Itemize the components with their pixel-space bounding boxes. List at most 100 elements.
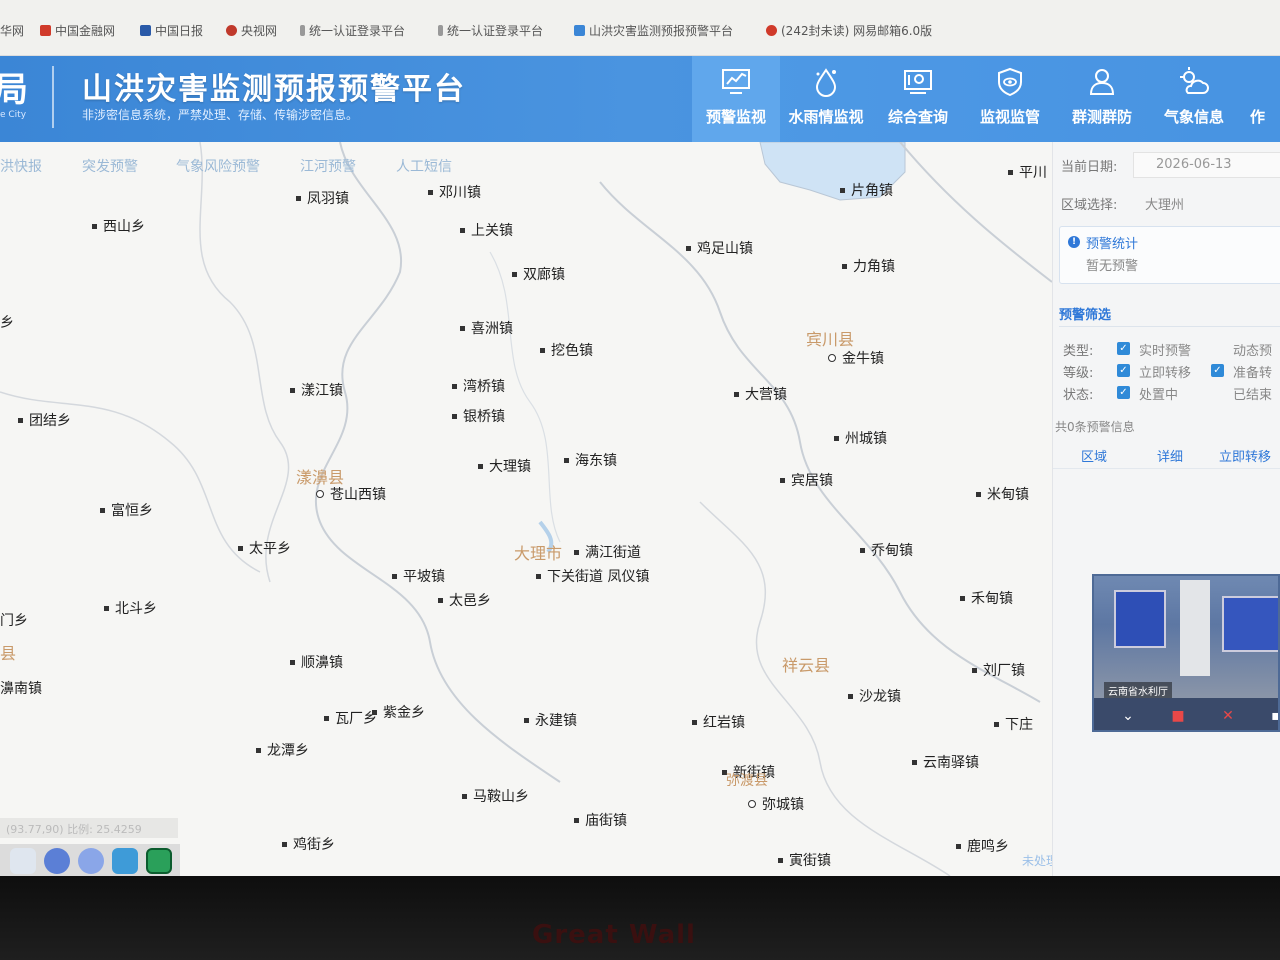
place-marker [536,573,541,579]
map-place[interactable]: 富恒乡 [100,500,153,520]
map-place[interactable]: 庙街镇 [574,810,627,830]
edge-browser-icon[interactable] [146,848,172,874]
app-icon[interactable] [44,848,70,874]
map-place[interactable]: 寅街镇 [778,850,831,870]
mic-off-icon[interactable]: ✕ [1218,706,1238,726]
nav-more[interactable]: 作 [1242,56,1280,142]
date-picker[interactable]: 2026-06-13 [1133,152,1280,178]
map-place[interactable]: 顺濞镇 [290,652,343,672]
map-place[interactable]: 西山乡 [92,216,145,236]
video-call-window[interactable]: 云南省水利厅 ⌄ ■ ✕ ▪ [1092,574,1280,732]
map-place[interactable]: 金牛镇 [828,348,884,368]
map-place[interactable]: 弥城镇 [748,794,804,814]
checkbox-prepare[interactable]: ✓ [1211,364,1224,377]
map-place[interactable]: 邓川镇 [428,182,481,202]
region-select[interactable]: 大理州 [1145,194,1184,213]
column-transfer[interactable]: 立即转移 [1219,446,1271,465]
place-marker [848,693,853,699]
place-marker [692,719,697,725]
subtab-river-warning[interactable]: 江河预警 [300,156,356,176]
map-place[interactable]: 鸡街乡 [282,834,335,854]
map-place[interactable]: 宾居镇 [780,470,833,490]
map-place[interactable]: 平川 [1008,162,1047,182]
place-label: 大营镇 [745,387,787,403]
bookmark-item[interactable]: 央视网 [226,21,277,39]
site-icon [766,24,777,36]
map-place[interactable]: 龙潭乡 [256,740,309,760]
subtab-manual-sms[interactable]: 人工短信 [396,156,452,176]
map-place[interactable]: 刘厂镇 [972,660,1025,680]
nav-water-rain[interactable]: 水雨情监视 [782,56,870,142]
map-place[interactable]: 沙龙镇 [848,686,901,706]
map-place[interactable]: 挖色镇 [540,340,593,360]
nav-group-defense[interactable]: 群测群防 [1058,56,1146,142]
map-place[interactable]: 湾桥镇 [452,376,505,396]
map-place[interactable]: 瓦厂乡 [324,708,377,728]
map-place[interactable]: 团结乡 [18,410,71,430]
map-place[interactable]: 马鞍山乡 [462,786,529,806]
header-divider [52,66,54,128]
nav-supervision[interactable]: 监视监管 [966,56,1054,142]
option-label[interactable]: 已结束 [1233,384,1272,403]
shield-eye-icon [998,67,1022,97]
checkbox-realtime[interactable]: ✓ [1117,342,1130,355]
map-place[interactable]: 银桥镇 [452,406,505,426]
checkbox-handling[interactable]: ✓ [1117,386,1130,399]
bookmark-item[interactable]: 统一认证登录平台 [438,21,543,39]
map-place[interactable]: 鹿鸣乡 [956,836,1009,856]
more-icon[interactable]: ▪ [1266,706,1278,726]
map-place[interactable]: 永建镇 [524,710,577,730]
map-place[interactable]: 大理镇 [478,456,531,476]
place-label: 西山乡 [103,219,145,235]
map-place[interactable]: 太邑乡 [438,590,491,610]
bookmark-item[interactable]: 中国金融网 [40,21,115,39]
nav-weather[interactable]: 气象信息 [1150,56,1238,142]
map-place[interactable]: 满江街道 [574,542,641,562]
map-place[interactable]: 乔甸镇 [860,540,913,560]
place-label: 顺濞镇 [301,655,343,671]
map-view[interactable]: 洪快报 突发预警 气象风险预警 江河预警 人工短信 凤羽镇 邓川镇 西山乡 上关… [0,142,1052,876]
nav-warning-monitor[interactable]: 预警监视 [692,56,780,142]
bookmark-item[interactable]: 山洪灾害监测预报预警平台 [574,21,733,39]
map-place[interactable]: 鸡足山镇 [686,238,753,258]
option-label: 准备转 [1233,366,1273,381]
app-icon[interactable] [10,848,36,874]
map-place[interactable]: 双廊镇 [512,264,565,284]
map-place[interactable]: 片角镇 [840,180,893,200]
app-icon[interactable] [78,848,104,874]
bookmark-item[interactable]: 中国日报 [140,21,203,39]
map-place[interactable]: 州城镇 [834,428,887,448]
bookmark-item[interactable]: 华网 [0,21,24,39]
bookmark-item[interactable]: 统一认证登录平台 [300,21,405,39]
bookmark-item[interactable]: (242封未读) 网易邮箱6.0版 [766,21,932,39]
app-icon[interactable] [112,848,138,874]
checkbox-transfer[interactable]: ✓ [1117,364,1130,377]
map-place[interactable]: 力角镇 [842,256,895,276]
map-place[interactable]: 太平乡 [238,538,291,558]
chevron-down-icon[interactable]: ⌄ [1118,706,1138,726]
map-place[interactable]: 云南驿镇 [912,752,979,772]
subtab-sudden-warning[interactable]: 突发预警 [82,156,138,176]
map-place[interactable]: 禾甸镇 [960,588,1013,608]
map-place[interactable]: 平坡镇 [392,566,445,586]
subtab-weather-risk[interactable]: 气象风险预警 [176,156,260,176]
option-label[interactable]: 动态预 [1233,340,1272,359]
map-place[interactable]: 下庄 [994,714,1033,734]
subtab-flood-report[interactable]: 洪快报 [0,156,42,176]
map-place[interactable]: 喜洲镇 [460,318,513,338]
place-label: 弥城镇 [762,797,804,813]
map-place[interactable]: 上关镇 [460,220,513,240]
map-place[interactable]: 北斗乡 [104,598,157,618]
column-detail[interactable]: 详细 [1157,446,1183,465]
map-place[interactable]: 米甸镇 [976,484,1029,504]
map-place[interactable]: 红岩镇 [692,712,745,732]
map-place[interactable]: 大营镇 [734,384,787,404]
nav-query[interactable]: 综合查询 [874,56,962,142]
map-place[interactable]: 凤羽镇 [296,188,349,208]
column-region[interactable]: 区域 [1081,446,1107,465]
map-place[interactable]: 紫金乡 [372,702,425,722]
map-place[interactable]: 漾江镇 [290,380,343,400]
map-place[interactable]: 海东镇 [564,450,617,470]
camera-off-icon[interactable]: ■ [1168,706,1188,726]
map-place[interactable]: 下关街道 凤仪镇 [536,566,649,586]
